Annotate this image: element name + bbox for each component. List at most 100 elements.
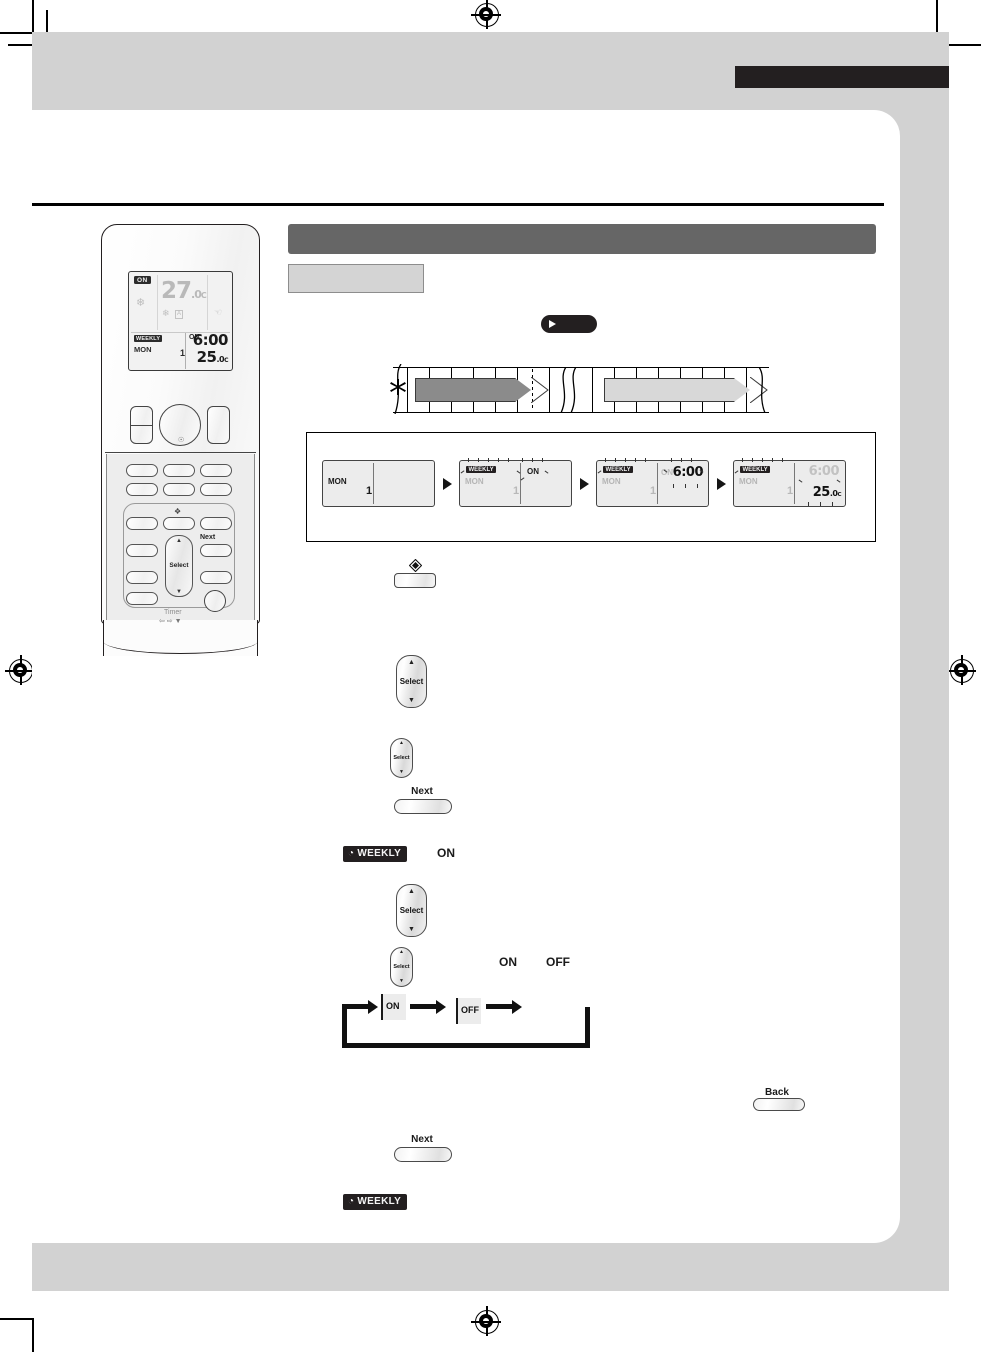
remote-button-r3c3[interactable]: [200, 517, 232, 530]
lcd-weekly-badge: WEEKLY: [134, 335, 163, 342]
timeline-program-1-bar: [415, 378, 516, 402]
sequence-arrow-2: [580, 478, 589, 490]
step-select-small[interactable]: ▲ Select ▼: [390, 738, 413, 778]
lcd-room-temp-decimal: .0: [191, 288, 202, 301]
timeline-tick: [549, 367, 551, 413]
lcd-room-temp-value: 27: [161, 278, 192, 304]
remote-button-r4c1[interactable]: [126, 544, 158, 557]
remote-button-r6c1[interactable]: [126, 592, 158, 605]
remote-next-button[interactable]: [200, 544, 232, 557]
crop-mark-bottom-left-h: [0, 1318, 34, 1320]
remote-select-pad[interactable]: ▲ Select ▼: [165, 535, 193, 597]
remote-button-r1c2[interactable]: [163, 464, 195, 477]
remote-timer-arrows: ⇦ ⇨ ▼: [159, 618, 182, 625]
program-timeline: ⁎: [389, 363, 769, 415]
remote-button-r2c2[interactable]: [163, 483, 195, 496]
remote-button-r3c1[interactable]: [126, 517, 158, 530]
mini-program-mark: 1: [650, 485, 657, 497]
remote-button-r5c1[interactable]: [126, 571, 158, 584]
mini-program-mark: 1: [366, 485, 373, 497]
step-select-day[interactable]: ▲ Select ▼: [396, 655, 427, 708]
squiggle-middle-svg: [560, 366, 577, 414]
select-down-arrow[interactable]: ▼: [391, 979, 412, 984]
lcd-room-temperature: 27.0C: [161, 278, 207, 304]
select-up-arrow[interactable]: ▲: [397, 659, 426, 666]
on-label-1: ON: [437, 846, 455, 860]
step-next-button-2[interactable]: [394, 1147, 452, 1162]
step-select-onoff-small[interactable]: ▲ Select ▼: [390, 947, 413, 987]
timeline-program-2-bar: [604, 378, 735, 402]
lcd-day-label: MON: [134, 345, 152, 354]
swing-icon: ☜: [214, 307, 223, 317]
timeline-break-right: [755, 366, 771, 418]
lcd-divider-bottom: [185, 333, 186, 369]
header-black-bar: [735, 66, 949, 88]
lcd-set-temp-value: 25: [196, 348, 217, 366]
timeline-break-left2: [391, 363, 405, 415]
step-next-label: Next: [411, 786, 433, 797]
mini-temperature-value: 25.0C: [813, 486, 842, 499]
mini-time-value: 6:00: [808, 464, 840, 479]
select-down-arrow[interactable]: ▼: [397, 697, 426, 704]
remote-button-r1c3[interactable]: [200, 464, 232, 477]
mini-day-label: MON: [602, 477, 621, 486]
lcd-time-value: 6:00: [192, 331, 229, 349]
step-back-button[interactable]: [753, 1098, 805, 1111]
subsection-title-box: [288, 264, 424, 293]
select-up-arrow[interactable]: ▲: [391, 950, 412, 955]
lcd-room-temp-unit: C: [200, 291, 207, 300]
sequence-arrow-3: [717, 478, 726, 490]
remote-button-r2c3[interactable]: [200, 483, 232, 496]
remote-button-r2c1[interactable]: [126, 483, 158, 496]
title-divider-rule: [32, 203, 884, 206]
lcd-set-temp-decimal: .0: [216, 355, 225, 364]
mini-onoff-label: ON: [661, 468, 673, 477]
sequence-arrow-1: [443, 478, 452, 490]
sequence-step-4: WEEKLY MON 1 6:00 25.0C: [733, 458, 846, 507]
select-up-arrow[interactable]: ▲: [397, 888, 426, 895]
step-select-onoff[interactable]: ▲ Select ▼: [396, 884, 427, 937]
remote-weekly-button[interactable]: [163, 517, 195, 530]
select-label: Select: [399, 905, 424, 915]
sequence-step-3: WEEKLY MON 1 ON 6:00: [596, 458, 709, 507]
remote-button-right-top[interactable]: [207, 406, 230, 444]
mini-onoff-label: ON: [527, 467, 539, 476]
step-back-label: Back: [765, 1087, 789, 1098]
sequence-step-1: MON 1: [322, 460, 435, 507]
mini-divider: [794, 463, 795, 504]
select-up-arrow[interactable]: ▲: [166, 538, 192, 544]
weekly-badge-chip-1: ◔ WEEKLY: [343, 846, 408, 862]
remote-button-r1c1[interactable]: [126, 464, 158, 477]
crop-mark-top-left-h: [0, 32, 34, 34]
select-label: Select: [393, 963, 410, 970]
mini-weekly-badge: WEEKLY: [466, 466, 497, 473]
registration-mark-right: [946, 655, 976, 685]
lcd-divider-left: [157, 275, 158, 330]
remote-button-r5c3[interactable]: [200, 571, 232, 584]
weekly-badge-chip-2: ◔ WEEKLY: [343, 1194, 408, 1210]
step-next-button[interactable]: [394, 799, 452, 814]
remote-round-button[interactable]: [204, 590, 226, 612]
select-label: Select: [399, 676, 424, 686]
mini-divider: [520, 463, 521, 504]
select-down-arrow[interactable]: ▼: [397, 926, 426, 933]
remote-button-left-top-line: [130, 425, 153, 427]
step-weekly-button[interactable]: [394, 573, 436, 588]
snowflake-icon: ❄: [136, 297, 146, 309]
diamond-icon: [408, 558, 423, 573]
on-off-cycle-diagram: ON OFF: [338, 993, 592, 1061]
registration-mark-top: [471, 0, 501, 29]
diamond-icon: ❖: [174, 507, 182, 516]
select-up-arrow[interactable]: ▲: [391, 741, 412, 746]
select-down-arrow[interactable]: ▼: [391, 770, 412, 775]
select-down-arrow[interactable]: ▼: [166, 589, 192, 595]
sequence-step-2: WEEKLY MON 1 ON: [459, 458, 572, 507]
on-label-2: ON: [499, 955, 517, 969]
lcd-fan-auto-label: A: [175, 310, 184, 319]
footer-strip: [32, 1243, 949, 1291]
step-next-label-2: Next: [411, 1134, 433, 1145]
crop-mark-top-right-v: [936, 0, 938, 34]
loop-path-gap: [567, 1002, 592, 1007]
play-chip: [541, 315, 597, 333]
crop-mark-top-left-v: [32, 0, 34, 34]
